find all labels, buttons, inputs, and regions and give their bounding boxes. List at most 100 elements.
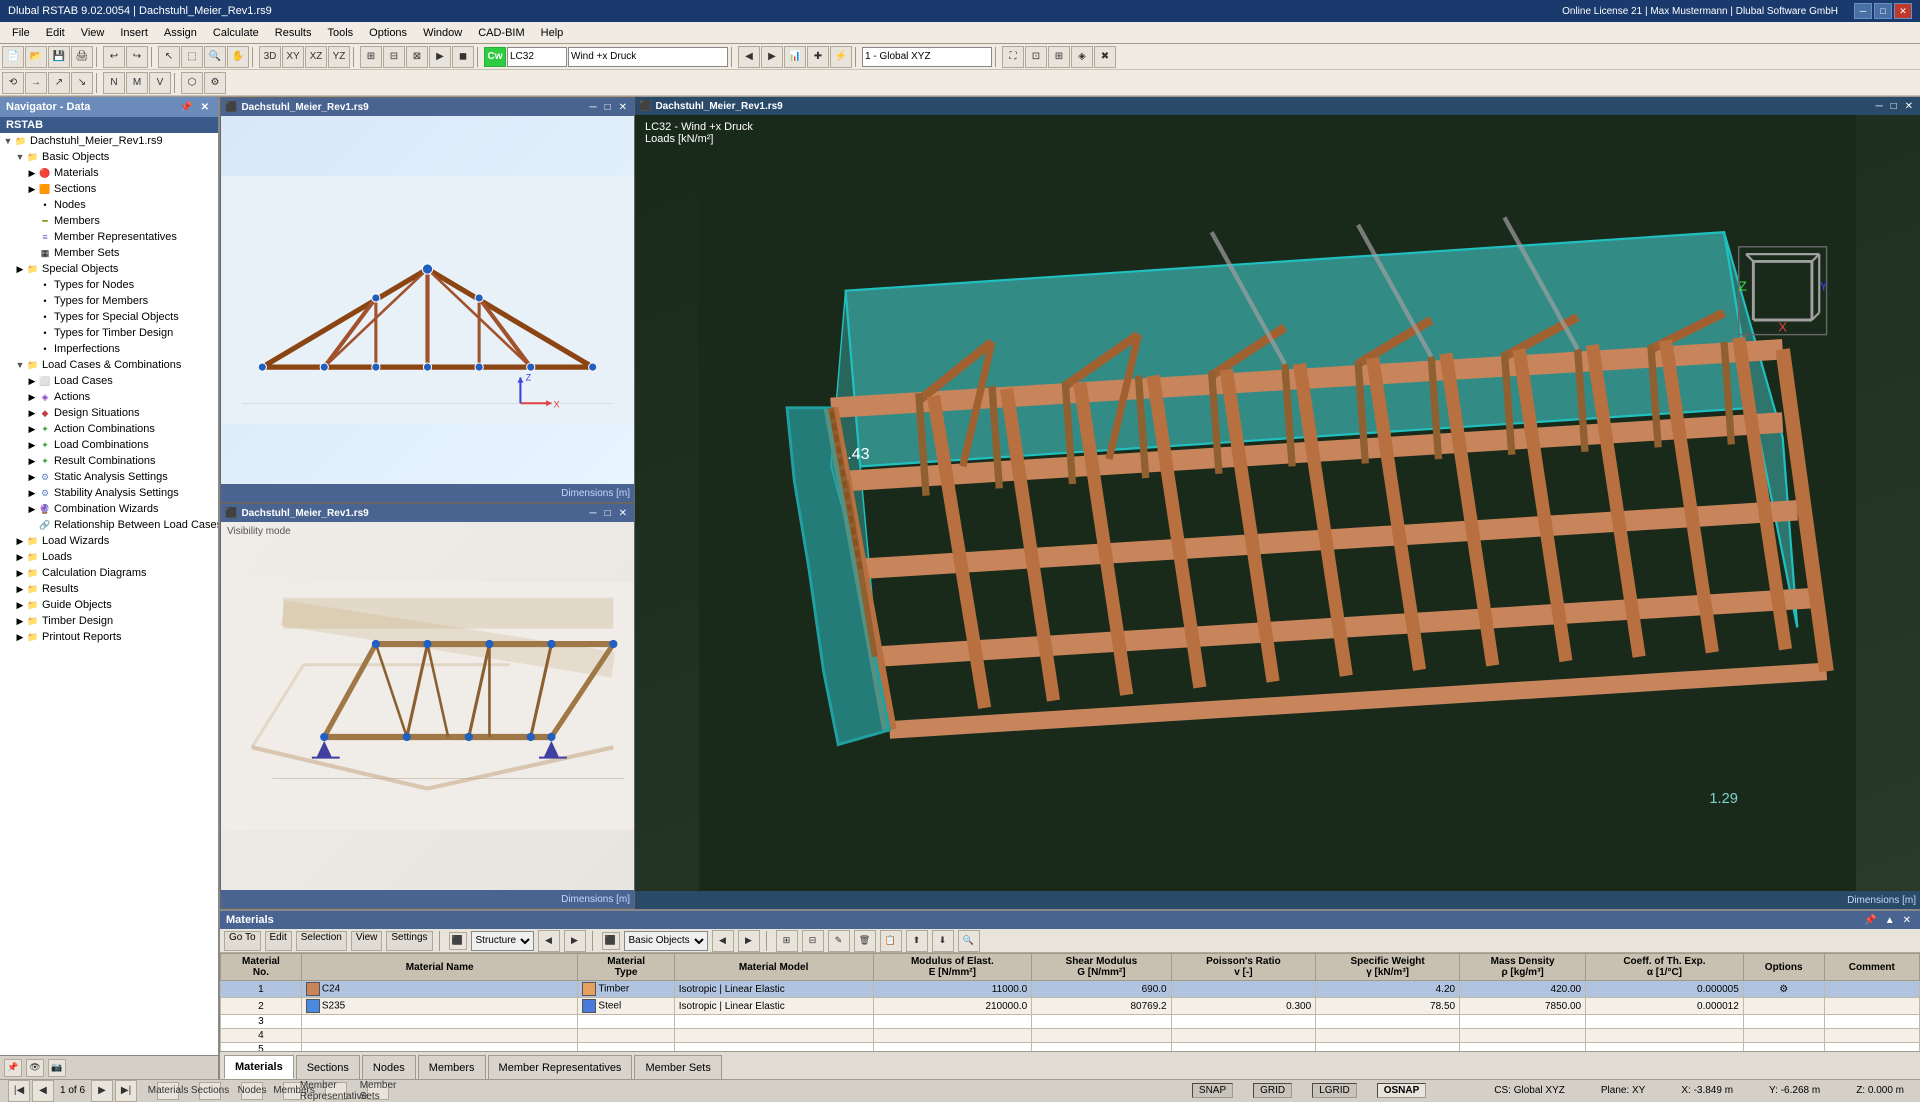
tb-table-btn-8[interactable]: 🔍 <box>958 930 980 952</box>
nav-eye-btn[interactable]: 👁 <box>26 1059 44 1077</box>
tb2-btn-i[interactable]: ⚙ <box>204 72 226 94</box>
nav-pin-view-btn[interactable]: 📌 <box>4 1059 22 1077</box>
open-btn[interactable]: 📂 <box>25 46 47 68</box>
undo-btn[interactable]: ↩ <box>103 46 125 68</box>
menu-calculate[interactable]: Calculate <box>205 25 267 41</box>
menu-window[interactable]: Window <box>415 25 470 41</box>
vp3-minimize-btn[interactable]: ─ <box>1872 101 1885 112</box>
arrow-left-btn[interactable]: ◀ <box>738 46 760 68</box>
osnap-status[interactable]: OSNAP <box>1377 1083 1427 1098</box>
arrow-right-btn[interactable]: ▶ <box>761 46 783 68</box>
grid-status[interactable]: GRID <box>1253 1083 1292 1098</box>
view-xz-btn[interactable]: XZ <box>305 46 327 68</box>
menu-insert[interactable]: Insert <box>112 25 156 41</box>
tb-btn-a[interactable]: ⊞ <box>360 46 382 68</box>
pan-btn[interactable]: ✋ <box>227 46 249 68</box>
viewport-bottom-left-content[interactable]: Visibility mode <box>221 522 634 890</box>
tb-btn-f[interactable]: ✚ <box>807 46 829 68</box>
structure-dropdown[interactable]: Structure <box>471 931 534 951</box>
status-sections-btn[interactable]: Sections <box>199 1082 221 1100</box>
menu-cad-bim[interactable]: CAD-BIM <box>470 25 532 41</box>
nav-first-btn[interactable]: |◀ <box>8 1080 30 1102</box>
tb-btn-e[interactable]: ◼ <box>452 46 474 68</box>
load-case-btn[interactable]: Cw <box>484 47 506 67</box>
tree-item-member-reps[interactable]: ≡ Member Representatives <box>0 229 218 245</box>
select-btn[interactable]: ⬚ <box>181 46 203 68</box>
tb2-btn-d[interactable]: ↘ <box>71 72 93 94</box>
tab-sections[interactable]: Sections <box>296 1055 360 1079</box>
viewport-right-content[interactable]: LC32 - Wind +x Druck Loads [kN/m²] <box>635 115 1920 891</box>
menu-view[interactable]: View <box>73 25 113 41</box>
tab-member-sets[interactable]: Member Sets <box>634 1055 721 1079</box>
snap-status[interactable]: SNAP <box>1192 1083 1233 1098</box>
vp2-close-btn[interactable]: ✕ <box>616 508 630 519</box>
status-materials-btn[interactable]: Materials <box>157 1082 179 1100</box>
tree-item-timber-design[interactable]: ▶ 📁 Timber Design <box>0 613 218 629</box>
view-xy-btn[interactable]: XY <box>282 46 304 68</box>
tb-btn-j[interactable]: ⊞ <box>1048 46 1070 68</box>
status-nodes-btn[interactable]: Nodes <box>241 1082 263 1100</box>
vp-close-btn[interactable]: ✕ <box>616 102 630 113</box>
tree-item-imperfections[interactable]: • Imperfections <box>0 341 218 357</box>
vp2-maximize-btn[interactable]: □ <box>602 508 614 519</box>
status-member-reps-btn[interactable]: Member Representatives <box>325 1082 347 1100</box>
redo-btn[interactable]: ↪ <box>126 46 148 68</box>
tree-item-comb-wizards[interactable]: ▶ 🔮 Combination Wizards <box>0 501 218 517</box>
tb2-btn-e[interactable]: N <box>103 72 125 94</box>
tab-members[interactable]: Members <box>418 1055 486 1079</box>
nav-close-btn[interactable]: ✕ <box>198 101 212 114</box>
tree-item-materials[interactable]: ▶ 🔴 Materials <box>0 165 218 181</box>
tree-item-member-sets[interactable]: ▦ Member Sets <box>0 245 218 261</box>
menu-tools[interactable]: Tools <box>319 25 361 41</box>
tree-item-action-comb[interactable]: ▶ ✦ Action Combinations <box>0 421 218 437</box>
tb2-btn-b[interactable]: → <box>25 72 47 94</box>
menu-help[interactable]: Help <box>533 25 572 41</box>
tree-item-types-members[interactable]: • Types for Members <box>0 293 218 309</box>
vp-minimize-btn[interactable]: ─ <box>586 102 599 113</box>
tb2-btn-a[interactable]: ⟲ <box>2 72 24 94</box>
tree-item-special-objects[interactable]: ▶ 📁 Special Objects <box>0 261 218 277</box>
tb2-btn-g[interactable]: V <box>149 72 171 94</box>
tb-table-btn-4[interactable]: 🗑 <box>854 930 876 952</box>
tree-item-sections[interactable]: ▶ 🟧 Sections <box>0 181 218 197</box>
tree-item-file[interactable]: ▼ 📁 Dachstuhl_Meier_Rev1.rs9 <box>0 133 218 149</box>
table-row[interactable]: 1 C24 Timber Isotropic | Linear Elastic … <box>221 981 1920 998</box>
tree-item-types-special[interactable]: • Types for Special Objects <box>0 309 218 325</box>
selection-btn[interactable]: Selection <box>296 931 347 951</box>
save-btn[interactable]: 💾 <box>48 46 70 68</box>
tb-btn-d[interactable]: ▶ <box>429 46 451 68</box>
tb-table-btn-3[interactable]: ✎ <box>828 930 850 952</box>
viewport-top-left-content[interactable]: X Z <box>221 116 634 484</box>
menu-options[interactable]: Options <box>361 25 415 41</box>
tb-table-btn-2[interactable]: ⊟ <box>802 930 824 952</box>
results-btn[interactable]: 📊 <box>784 46 806 68</box>
tb2-btn-f[interactable]: M <box>126 72 148 94</box>
tree-item-actions[interactable]: ▶ ◈ Actions <box>0 389 218 405</box>
tree-item-load-cases[interactable]: ▶ ⬜ Load Cases <box>0 373 218 389</box>
maximize-btn[interactable]: □ <box>1874 3 1892 19</box>
view-btn[interactable]: View <box>351 931 383 951</box>
tree-item-relationship[interactable]: 🔗 Relationship Between Load Cases <box>0 517 218 533</box>
vp3-close-btn[interactable]: ✕ <box>1902 101 1916 112</box>
minimize-btn[interactable]: ─ <box>1854 3 1872 19</box>
tree-item-types-timber[interactable]: • Types for Timber Design <box>0 325 218 341</box>
nav-last-btn[interactable]: ▶| <box>115 1080 137 1102</box>
tb-btn-i[interactable]: ⊡ <box>1025 46 1047 68</box>
nav-pin-btn[interactable]: 📌 <box>177 101 195 114</box>
tb2-btn-c[interactable]: ↗ <box>48 72 70 94</box>
panel-expand-btn[interactable]: ▲ <box>1882 915 1898 926</box>
tree-item-load-wizards[interactable]: ▶ 📁 Load Wizards <box>0 533 218 549</box>
close-btn[interactable]: ✕ <box>1894 3 1912 19</box>
tree-item-static-analysis[interactable]: ▶ ⚙ Static Analysis Settings <box>0 469 218 485</box>
settings-btn[interactable]: Settings <box>386 931 432 951</box>
tb2-btn-h[interactable]: ⬡ <box>181 72 203 94</box>
tab-materials[interactable]: Materials <box>224 1055 294 1079</box>
status-member-sets-btn[interactable]: Member Sets <box>367 1082 389 1100</box>
wind-dropdown[interactable]: Wind +x Druck <box>568 47 728 67</box>
lc-dropdown[interactable]: LC32 <box>507 47 567 67</box>
tree-item-load-cases-comb[interactable]: ▼ 📁 Load Cases & Combinations <box>0 357 218 373</box>
nav-prev-btn[interactable]: ◀ <box>32 1080 54 1102</box>
tb-btn-c[interactable]: ⊠ <box>406 46 428 68</box>
nav-next-btn[interactable]: ▶ <box>91 1080 113 1102</box>
view-3d-btn[interactable]: 3D <box>259 46 281 68</box>
